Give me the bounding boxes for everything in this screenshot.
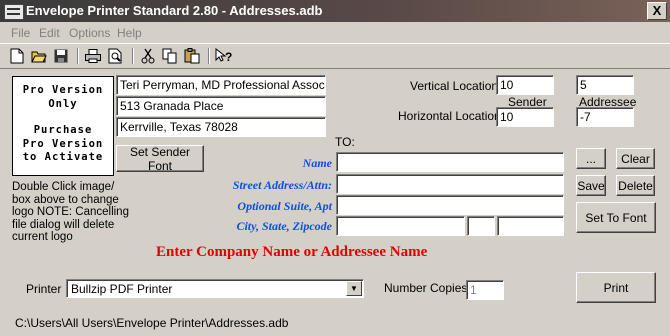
logo-line	[13, 111, 113, 124]
sender-line-2[interactable]: 513 Granada Place	[116, 96, 326, 116]
toolbar: ?	[0, 43, 670, 69]
logo-line: Purchase	[33, 124, 93, 136]
horizontal-sender-input[interactable]: 10	[496, 107, 554, 127]
city-input[interactable]	[336, 216, 465, 236]
paste-icon[interactable]	[183, 47, 201, 65]
street-label: Street Address/Attn:	[232, 178, 332, 192]
to-label: TO:	[335, 135, 355, 149]
delete-button[interactable]: Delete	[616, 175, 655, 196]
window-title: Envelope Printer Standard 2.80 - Address…	[26, 3, 323, 18]
printer-select[interactable]: Bullzip PDF Printer ▼	[66, 279, 364, 298]
addressee-name-input[interactable]	[336, 152, 564, 172]
sender-line-1[interactable]: Teri Perryman, MD Professional Associati…	[116, 75, 326, 95]
chevron-down-icon[interactable]: ▼	[346, 281, 362, 296]
sender-line-3[interactable]: Kerrville, Texas 78028	[116, 117, 326, 137]
menu-edit[interactable]: Edit	[39, 26, 60, 40]
prompt-text: Enter Company Name or Addressee Name	[156, 244, 428, 260]
city-state-zip-label: City, State, Zipcode	[236, 219, 332, 233]
logo-note: Double Click image/ box above to change …	[12, 181, 129, 243]
print-preview-icon[interactable]	[106, 47, 124, 65]
print-icon[interactable]	[84, 47, 102, 65]
state-input[interactable]	[467, 216, 495, 236]
logo-box[interactable]: Pro Version Only Purchase Pro Version to…	[12, 76, 114, 176]
suite-input[interactable]	[336, 195, 564, 215]
copy-icon[interactable]	[161, 47, 179, 65]
close-button[interactable]: X	[647, 2, 667, 20]
printer-label: Printer	[26, 282, 62, 296]
print-button[interactable]: Print	[576, 272, 656, 303]
set-to-font-button[interactable]: Set To Font	[576, 202, 656, 233]
menu-help[interactable]: Help	[117, 26, 142, 40]
horizontal-addressee-input[interactable]: -7	[576, 107, 634, 127]
app-icon[interactable]	[4, 4, 24, 20]
status-path: C:\Users\All Users\Envelope Printer\Addr…	[15, 316, 289, 330]
logo-line: Pro Version	[22, 84, 104, 96]
vertical-sender-input[interactable]: 10	[496, 75, 554, 95]
name-label: Name	[302, 156, 332, 170]
save-button[interactable]: Save	[576, 175, 606, 196]
cut-icon[interactable]	[139, 47, 157, 65]
vertical-addressee-input[interactable]: 5	[576, 75, 634, 95]
title-bar: Envelope Printer Standard 2.80 - Address…	[0, 0, 670, 22]
street-address-input[interactable]	[336, 174, 564, 194]
svg-text:?: ?	[225, 50, 232, 64]
printer-selected-value: Bullzip PDF Printer	[71, 282, 173, 296]
horizontal-locations-label: Horizontal Locations	[398, 109, 507, 123]
open-icon[interactable]	[30, 47, 48, 65]
browse-button[interactable]: ...	[576, 148, 606, 169]
logo-line: Pro Version	[22, 137, 104, 150]
logo-line: Only	[48, 97, 78, 110]
logo-line: to Activate	[22, 151, 104, 163]
suite-label: Optional Suite, Apt	[237, 199, 332, 213]
set-sender-font-button[interactable]: Set Sender Font	[116, 145, 204, 173]
zipcode-input[interactable]	[497, 216, 564, 236]
menu-file[interactable]: File	[11, 26, 30, 40]
menu-options[interactable]: Options	[69, 26, 110, 40]
menu-bar: File Edit Options Help	[0, 22, 670, 42]
number-copies-input[interactable]: 1	[466, 280, 504, 300]
clear-button[interactable]: Clear	[616, 148, 655, 169]
save-icon[interactable]	[52, 47, 70, 65]
new-icon[interactable]	[8, 47, 26, 65]
number-copies-label: Number Copies	[384, 281, 468, 295]
vertical-locations-label: Vertical Locations	[410, 79, 505, 93]
help-icon[interactable]: ?	[215, 47, 233, 65]
